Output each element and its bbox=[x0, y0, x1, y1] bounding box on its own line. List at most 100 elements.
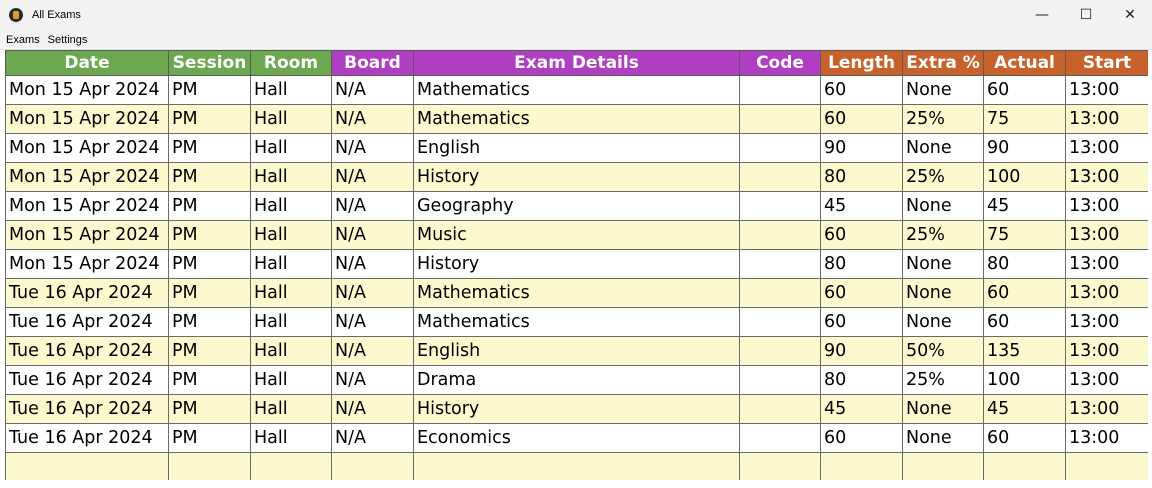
cell-length[interactable]: 80 bbox=[820, 249, 903, 279]
cell-session[interactable]: PM bbox=[168, 423, 251, 453]
cell-actual[interactable]: 80 bbox=[983, 249, 1066, 279]
table-row[interactable]: Tue 16 Apr 2024 PM Hall N/A Drama 80 25% 100 13:… bbox=[5, 365, 1148, 395]
cell-actual[interactable]: 45 bbox=[983, 191, 1066, 221]
cell-session[interactable]: PM bbox=[168, 133, 251, 163]
cell-exam-details[interactable]: English bbox=[413, 133, 740, 163]
cell-start[interactable]: 13:00 bbox=[1065, 336, 1148, 366]
cell-room[interactable]: Hall bbox=[250, 249, 332, 279]
column-header-session[interactable]: Session bbox=[168, 50, 251, 76]
table-row[interactable]: Mon 15 Apr 2024 PM Hall N/A Geography 45 None 4… bbox=[5, 191, 1148, 221]
cell-length[interactable]: 60 bbox=[820, 220, 903, 250]
cell-code[interactable] bbox=[739, 278, 821, 308]
cell-actual[interactable]: 60 bbox=[983, 75, 1066, 105]
cell-date[interactable]: Mon 15 Apr 2024 bbox=[5, 104, 169, 134]
cell-start[interactable]: 13:00 bbox=[1065, 104, 1148, 134]
maximize-button[interactable]: ☐ bbox=[1064, 0, 1108, 30]
cell-board[interactable] bbox=[331, 452, 414, 480]
cell-code[interactable] bbox=[739, 452, 821, 480]
cell-extra[interactable]: 25% bbox=[902, 365, 984, 395]
column-header-actual[interactable]: Actual bbox=[983, 50, 1066, 76]
column-header-date[interactable]: Date bbox=[5, 50, 169, 76]
cell-exam-details[interactable]: History bbox=[413, 394, 740, 424]
cell-room[interactable]: Hall bbox=[250, 191, 332, 221]
cell-start[interactable] bbox=[1065, 452, 1148, 480]
column-header-extra[interactable]: Extra % bbox=[902, 50, 984, 76]
cell-room[interactable]: Hall bbox=[250, 423, 332, 453]
cell-start[interactable]: 13:00 bbox=[1065, 307, 1148, 337]
cell-board[interactable]: N/A bbox=[331, 220, 414, 250]
cell-actual[interactable]: 90 bbox=[983, 133, 1066, 163]
cell-length[interactable]: 60 bbox=[820, 104, 903, 134]
cell-length[interactable]: 60 bbox=[820, 307, 903, 337]
cell-exam-details[interactable]: Music bbox=[413, 220, 740, 250]
cell-exam-details[interactable]: Mathematics bbox=[413, 307, 740, 337]
cell-exam-details[interactable]: Drama bbox=[413, 365, 740, 395]
cell-start[interactable]: 13:00 bbox=[1065, 423, 1148, 453]
cell-session[interactable]: PM bbox=[168, 249, 251, 279]
cell-code[interactable] bbox=[739, 133, 821, 163]
cell-room[interactable]: Hall bbox=[250, 307, 332, 337]
cell-exam-details[interactable]: Economics bbox=[413, 423, 740, 453]
column-header-start[interactable]: Start bbox=[1065, 50, 1148, 76]
cell-extra[interactable]: None bbox=[902, 278, 984, 308]
cell-code[interactable] bbox=[739, 423, 821, 453]
cell-actual[interactable] bbox=[983, 452, 1066, 480]
cell-start[interactable]: 13:00 bbox=[1065, 75, 1148, 105]
cell-code[interactable] bbox=[739, 365, 821, 395]
column-header-exam-details[interactable]: Exam Details bbox=[413, 50, 740, 76]
menu-settings[interactable]: Settings bbox=[48, 34, 88, 46]
cell-start[interactable]: 13:00 bbox=[1065, 162, 1148, 192]
cell-board[interactable]: N/A bbox=[331, 162, 414, 192]
cell-length[interactable]: 45 bbox=[820, 394, 903, 424]
cell-date[interactable]: Tue 16 Apr 2024 bbox=[5, 307, 169, 337]
cell-extra[interactable]: None bbox=[902, 249, 984, 279]
table-row[interactable]: Tue 16 Apr 2024 PM Hall N/A Economics 60 None 6… bbox=[5, 423, 1148, 453]
cell-exam-details[interactable] bbox=[413, 452, 740, 480]
cell-room[interactable]: Hall bbox=[250, 220, 332, 250]
cell-actual[interactable]: 100 bbox=[983, 162, 1066, 192]
close-button[interactable]: ✕ bbox=[1108, 0, 1152, 30]
cell-start[interactable]: 13:00 bbox=[1065, 220, 1148, 250]
cell-date[interactable]: Tue 16 Apr 2024 bbox=[5, 336, 169, 366]
cell-extra[interactable]: 25% bbox=[902, 104, 984, 134]
cell-code[interactable] bbox=[739, 162, 821, 192]
cell-board[interactable]: N/A bbox=[331, 307, 414, 337]
cell-extra[interactable]: None bbox=[902, 423, 984, 453]
cell-extra[interactable]: None bbox=[902, 191, 984, 221]
cell-length[interactable]: 90 bbox=[820, 133, 903, 163]
cell-code[interactable] bbox=[739, 249, 821, 279]
cell-board[interactable]: N/A bbox=[331, 75, 414, 105]
minimize-button[interactable]: — bbox=[1020, 0, 1064, 30]
cell-actual[interactable]: 60 bbox=[983, 307, 1066, 337]
cell-session[interactable]: PM bbox=[168, 191, 251, 221]
cell-room[interactable]: Hall bbox=[250, 336, 332, 366]
cell-room[interactable] bbox=[250, 452, 332, 480]
cell-session[interactable]: PM bbox=[168, 104, 251, 134]
cell-board[interactable]: N/A bbox=[331, 191, 414, 221]
cell-date[interactable]: Mon 15 Apr 2024 bbox=[5, 191, 169, 221]
cell-date[interactable]: Mon 15 Apr 2024 bbox=[5, 162, 169, 192]
cell-actual[interactable]: 75 bbox=[983, 220, 1066, 250]
menu-exams[interactable]: Exams bbox=[6, 34, 40, 46]
cell-length[interactable]: 90 bbox=[820, 336, 903, 366]
table-row[interactable]: Tue 16 Apr 2024 PM Hall N/A English 90 50% 135 1… bbox=[5, 336, 1148, 366]
cell-board[interactable]: N/A bbox=[331, 104, 414, 134]
cell-code[interactable] bbox=[739, 104, 821, 134]
cell-extra[interactable]: None bbox=[902, 307, 984, 337]
cell-start[interactable]: 13:00 bbox=[1065, 394, 1148, 424]
cell-date[interactable]: Tue 16 Apr 2024 bbox=[5, 278, 169, 308]
cell-session[interactable]: PM bbox=[168, 336, 251, 366]
cell-start[interactable]: 13:00 bbox=[1065, 249, 1148, 279]
table-row[interactable]: Mon 15 Apr 2024 PM Hall N/A English 90 None 90 1… bbox=[5, 133, 1148, 163]
cell-board[interactable]: N/A bbox=[331, 336, 414, 366]
cell-code[interactable] bbox=[739, 75, 821, 105]
cell-session[interactable]: PM bbox=[168, 365, 251, 395]
cell-session[interactable] bbox=[168, 452, 251, 480]
cell-session[interactable]: PM bbox=[168, 394, 251, 424]
table-row[interactable]: Mon 15 Apr 2024 PM Hall N/A History 80 25% 100 1… bbox=[5, 162, 1148, 192]
cell-length[interactable]: 80 bbox=[820, 162, 903, 192]
cell-board[interactable]: N/A bbox=[331, 394, 414, 424]
cell-actual[interactable]: 75 bbox=[983, 104, 1066, 134]
cell-length[interactable]: 60 bbox=[820, 423, 903, 453]
cell-length[interactable]: 45 bbox=[820, 191, 903, 221]
